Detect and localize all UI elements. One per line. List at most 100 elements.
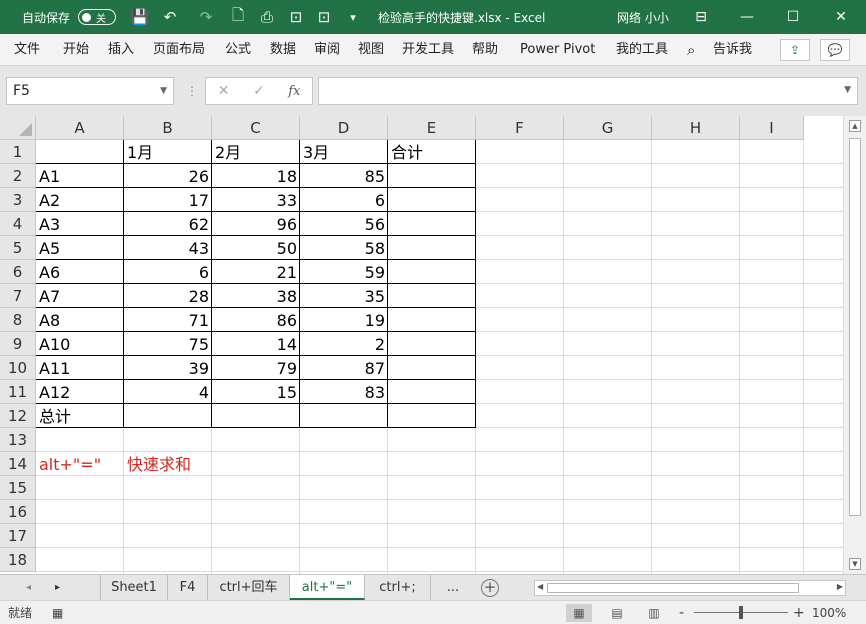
- value-cell[interactable]: 35: [300, 284, 388, 308]
- insert-function-icon[interactable]: fx: [277, 84, 312, 99]
- row-label-cell[interactable]: A2: [36, 188, 124, 212]
- total-label-cell[interactable]: 总计: [36, 404, 124, 428]
- value-cell[interactable]: 56: [300, 212, 388, 236]
- scroll-right-icon[interactable]: ▶: [837, 582, 843, 591]
- value-cell[interactable]: 14: [212, 332, 300, 356]
- value-cell[interactable]: 58: [300, 236, 388, 260]
- value-cell[interactable]: 4: [124, 380, 212, 404]
- row-header-1[interactable]: 1: [0, 140, 36, 164]
- redo-icon[interactable]: ↷: [194, 0, 218, 34]
- scroll-thumb[interactable]: [849, 138, 861, 516]
- row-header-10[interactable]: 10: [0, 356, 36, 380]
- scroll-up-icon[interactable]: ▲: [849, 120, 861, 132]
- value-cell[interactable]: 19: [300, 308, 388, 332]
- value-cell[interactable]: 2: [300, 332, 388, 356]
- restore-icon[interactable]: ☐: [770, 0, 816, 34]
- value-cell[interactable]: 96: [212, 212, 300, 236]
- value-cell[interactable]: 39: [124, 356, 212, 380]
- header-cell[interactable]: 合计: [388, 140, 476, 164]
- customize-qat-icon[interactable]: ▾: [341, 0, 365, 34]
- column-header-a[interactable]: A: [36, 116, 124, 140]
- format-icon[interactable]: ⊡: [284, 0, 308, 34]
- sheet-tab-ctrl-semicolon[interactable]: ctrl+;: [365, 575, 431, 600]
- value-cell[interactable]: 28: [124, 284, 212, 308]
- tab-my-tools[interactable]: 我的工具: [616, 34, 668, 66]
- minimize-icon[interactable]: —: [724, 0, 770, 34]
- close-icon[interactable]: ✕: [816, 0, 866, 34]
- row-header-15[interactable]: 15: [0, 476, 36, 500]
- table-icon[interactable]: ⊡: [312, 0, 336, 34]
- tab-review[interactable]: 审阅: [314, 34, 340, 66]
- value-cell[interactable]: 18: [212, 164, 300, 188]
- print-preview-icon[interactable]: ⎙: [255, 0, 279, 34]
- enter-icon[interactable]: ✓: [241, 83, 276, 99]
- value-cell[interactable]: 50: [212, 236, 300, 260]
- header-cell[interactable]: 1月: [124, 140, 212, 164]
- value-cell[interactable]: 62: [124, 212, 212, 236]
- new-file-icon[interactable]: 🗋: [226, 0, 250, 34]
- zoom-level[interactable]: 100%: [812, 601, 846, 624]
- cancel-icon[interactable]: ✕: [206, 83, 241, 99]
- header-cell[interactable]: 3月: [300, 140, 388, 164]
- autosave-toggle[interactable]: 关: [78, 9, 116, 25]
- value-cell[interactable]: 43: [124, 236, 212, 260]
- row-header-6[interactable]: 6: [0, 260, 36, 284]
- tab-developer[interactable]: 开发工具: [402, 34, 454, 66]
- row-label-cell[interactable]: A10: [36, 332, 124, 356]
- row-header-13[interactable]: 13: [0, 428, 36, 452]
- page-break-view-icon[interactable]: ▥: [641, 604, 667, 622]
- scroll-down-icon[interactable]: ▼: [849, 558, 861, 570]
- row-header-18[interactable]: 18: [0, 548, 36, 572]
- sheet-tab-f4[interactable]: F4: [168, 575, 208, 600]
- next-sheet-icon[interactable]: ▸: [55, 575, 60, 601]
- more-sheets-button[interactable]: ...: [431, 575, 475, 600]
- value-cell[interactable]: 6: [300, 188, 388, 212]
- scroll-thumb-horizontal[interactable]: [547, 583, 799, 593]
- value-cell[interactable]: 79: [212, 356, 300, 380]
- add-sheet-button[interactable]: +: [481, 579, 499, 597]
- header-cell[interactable]: 2月: [212, 140, 300, 164]
- shortcut-description-cell[interactable]: 快速求和: [124, 452, 212, 476]
- value-cell[interactable]: 6: [124, 260, 212, 284]
- column-header-c[interactable]: C: [212, 116, 300, 140]
- name-box[interactable]: F5 ▼: [6, 77, 174, 105]
- macro-record-icon[interactable]: ▦: [52, 601, 63, 624]
- row-label-cell[interactable]: A12: [36, 380, 124, 404]
- sheet-tab-alt-equals[interactable]: alt+"=": [290, 575, 365, 600]
- column-header-e[interactable]: E: [388, 116, 476, 140]
- column-header-f[interactable]: F: [476, 116, 564, 140]
- zoom-in-button[interactable]: +: [793, 601, 805, 624]
- column-header-d[interactable]: D: [300, 116, 388, 140]
- tab-home[interactable]: 开始: [63, 34, 89, 66]
- comment-icon[interactable]: 💬: [820, 39, 850, 61]
- prev-sheet-icon[interactable]: ◂: [26, 575, 31, 601]
- sheet-tab-ctrl-enter[interactable]: ctrl+回车: [208, 575, 290, 600]
- value-cell[interactable]: 87: [300, 356, 388, 380]
- save-icon[interactable]: 💾: [128, 0, 152, 34]
- row-header-17[interactable]: 17: [0, 524, 36, 548]
- page-layout-view-icon[interactable]: ▤: [604, 604, 630, 622]
- value-cell[interactable]: 86: [212, 308, 300, 332]
- value-cell[interactable]: 33: [212, 188, 300, 212]
- row-label-cell[interactable]: A11: [36, 356, 124, 380]
- value-cell[interactable]: 15: [212, 380, 300, 404]
- select-all-button[interactable]: [0, 116, 36, 140]
- column-header-h[interactable]: H: [652, 116, 740, 140]
- expand-formula-icon[interactable]: ▼: [844, 85, 851, 95]
- value-cell[interactable]: 17: [124, 188, 212, 212]
- column-header-i[interactable]: I: [740, 116, 804, 140]
- value-cell[interactable]: 59: [300, 260, 388, 284]
- worksheet-grid[interactable]: ABCDEFGHI 1 2 3 4 5 6 7 8 9 10 11 12 13 14 15 16 17 18 1月…: [0, 116, 866, 574]
- formula-input[interactable]: ▼: [318, 77, 858, 105]
- ribbon-display-options-icon[interactable]: ⊟: [678, 0, 724, 34]
- row-header-4[interactable]: 4: [0, 212, 36, 236]
- tab-power-pivot[interactable]: Power Pivot: [520, 34, 595, 66]
- row-header-7[interactable]: 7: [0, 284, 36, 308]
- formula-bar-resize-handle[interactable]: ⋮: [186, 84, 198, 98]
- tab-view[interactable]: 视图: [358, 34, 384, 66]
- row-label-cell[interactable]: A5: [36, 236, 124, 260]
- share-icon[interactable]: ⇪: [780, 39, 810, 61]
- row-label-cell[interactable]: A1: [36, 164, 124, 188]
- undo-icon[interactable]: ↶: [158, 0, 182, 34]
- user-name[interactable]: 网络 小小: [617, 0, 669, 34]
